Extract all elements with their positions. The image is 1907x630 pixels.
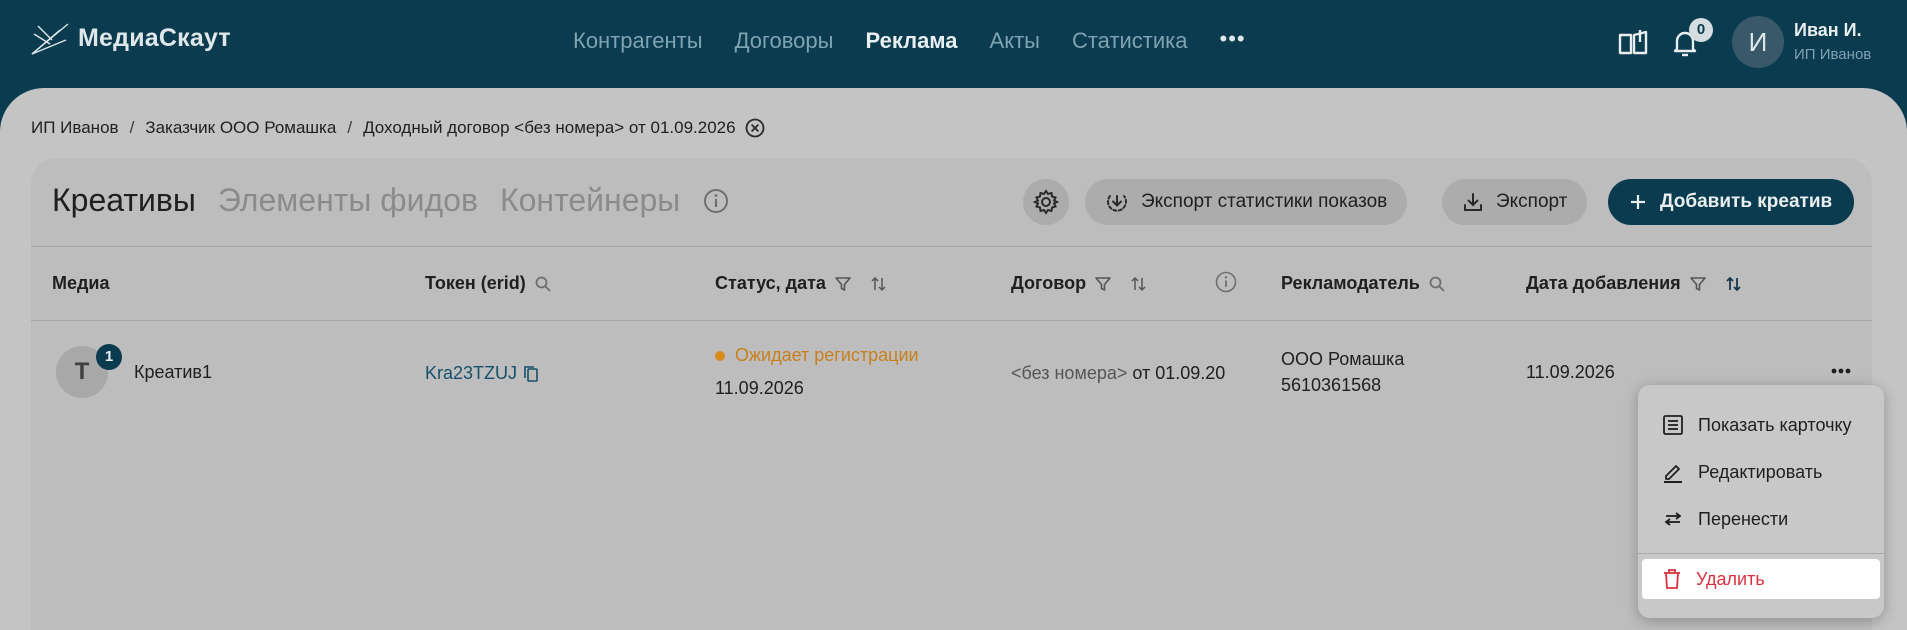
download-icon xyxy=(1464,193,1482,211)
nav-item-acts[interactable]: Акты xyxy=(990,28,1040,54)
breadcrumb-separator: / xyxy=(347,118,353,137)
column-header-contract: Договор xyxy=(1011,273,1150,294)
nav-more-button[interactable]: ••• xyxy=(1220,28,1246,50)
close-circle-icon[interactable] xyxy=(744,117,766,139)
menu-item-edit[interactable]: Редактировать xyxy=(1638,452,1884,492)
info-icon[interactable] xyxy=(702,187,730,215)
column-advertiser-label: Рекламодатель xyxy=(1281,273,1420,293)
tab-containers[interactable]: Контейнеры xyxy=(500,182,680,219)
main-nav: Контрагенты Договоры Реклама Акты Статис… xyxy=(573,28,1246,54)
content-tabs: Креативы Элементы фидов Контейнеры xyxy=(52,182,730,219)
filter-icon[interactable] xyxy=(1094,275,1112,293)
status-dot xyxy=(715,350,725,361)
advertiser-name: ООО Ромашка xyxy=(1281,349,1405,369)
advertiser-inn: 5610361568 xyxy=(1281,375,1382,395)
column-contract-label: Договор xyxy=(1011,273,1087,293)
filter-icon[interactable] xyxy=(834,275,852,293)
status-text: Ожидает регистрации xyxy=(735,345,919,365)
trash-icon xyxy=(1664,569,1680,589)
menu-divider xyxy=(1638,553,1884,554)
menu-item-label: Редактировать xyxy=(1698,461,1823,482)
date-added: 11.09.2026 xyxy=(1526,362,1615,382)
plus-icon xyxy=(1631,195,1645,209)
sort-icon[interactable] xyxy=(868,275,890,293)
nav-item-advertising[interactable]: Реклама xyxy=(865,28,957,54)
user-avatar[interactable]: И xyxy=(1732,16,1784,68)
menu-item-label: Показать карточку xyxy=(1698,414,1852,435)
token-value: Kra23TZUJ xyxy=(425,363,518,383)
media-count-badge: 1 xyxy=(96,344,122,370)
breadcrumb-item-organization[interactable]: ИП Иванов xyxy=(31,118,119,138)
add-creative-button[interactable]: Добавить креатив xyxy=(1608,179,1854,225)
column-header-status: Статус, дата xyxy=(715,273,890,294)
more-horizontal-icon[interactable] xyxy=(1826,361,1856,381)
token-link[interactable]: Kra23TZUJ xyxy=(425,363,539,384)
user-name[interactable]: Иван И. xyxy=(1794,20,1862,41)
column-header-date-added: Дата добавления xyxy=(1526,273,1745,294)
notification-count-badge: 0 xyxy=(1689,18,1713,42)
column-header-media: Медиа xyxy=(52,273,110,294)
creative-name[interactable]: Креатив1 xyxy=(134,362,212,383)
logo-icon xyxy=(31,23,69,55)
breadcrumb: ИП Иванов / Заказчик ООО Ромашка / Доход… xyxy=(31,117,766,139)
status-badge: Ожидает регистрации xyxy=(715,345,919,366)
top-navigation-bar: МедиаСкаут Контрагенты Договоры Реклама … xyxy=(0,0,1907,88)
user-organization: ИП Иванов xyxy=(1794,46,1872,63)
book-icon[interactable] xyxy=(1616,26,1650,60)
add-creative-label: Добавить креатив xyxy=(1660,191,1833,212)
menu-item-delete[interactable]: Удалить xyxy=(1642,559,1880,599)
column-header-advertiser: Рекламодатель xyxy=(1281,273,1446,294)
menu-item-label: Перенести xyxy=(1698,508,1789,529)
column-media-label: Медиа xyxy=(52,273,110,293)
breadcrumb-separator: / xyxy=(129,118,135,137)
menu-item-show-card[interactable]: Показать карточку xyxy=(1638,405,1884,445)
swap-arrows-icon xyxy=(1664,512,1682,526)
breadcrumb-item-customer[interactable]: Заказчик ООО Ромашка xyxy=(145,118,336,138)
pencil-icon xyxy=(1664,465,1682,483)
copy-icon[interactable] xyxy=(523,365,539,383)
column-token-label: Токен (erid) xyxy=(425,273,526,293)
menu-item-move[interactable]: Перенести xyxy=(1638,499,1884,539)
status-date: 11.09.2026 xyxy=(715,378,804,398)
list-card-icon xyxy=(1663,415,1683,435)
row-context-menu: Показать карточку Редактировать Перенест… xyxy=(1638,385,1884,618)
table-settings-button[interactable] xyxy=(1023,179,1069,225)
export-label: Экспорт xyxy=(1496,191,1568,212)
tab-feed-elements[interactable]: Элементы фидов xyxy=(218,182,478,219)
search-icon[interactable] xyxy=(1428,275,1446,293)
export-button[interactable]: Экспорт xyxy=(1442,179,1588,225)
info-icon[interactable] xyxy=(1214,270,1238,294)
table-top-divider xyxy=(31,246,1872,247)
nav-item-counterparties[interactable]: Контрагенты xyxy=(573,28,703,54)
column-header-token: Токен (erid) xyxy=(425,273,552,294)
column-status-label: Статус, дата xyxy=(715,273,826,293)
creatives-card xyxy=(31,158,1872,630)
sort-icon[interactable] xyxy=(1128,275,1150,293)
contract-date: от 01.09.20 xyxy=(1132,363,1226,383)
app-logo[interactable]: МедиаСкаут xyxy=(30,20,231,56)
column-date-added-label: Дата добавления xyxy=(1526,273,1681,293)
export-stats-button[interactable]: Экспорт статистики показов xyxy=(1085,179,1408,225)
sort-descending-icon[interactable] xyxy=(1723,275,1745,293)
contract-number: <без номера> xyxy=(1011,363,1128,383)
contract-cell[interactable]: <без номера> от 01.09.20 xyxy=(1011,363,1225,384)
search-icon[interactable] xyxy=(534,275,552,293)
filter-icon[interactable] xyxy=(1689,275,1707,293)
app-name: МедиаСкаут xyxy=(78,23,231,52)
breadcrumb-item-contract: Доходный договор <без номера> от 01.09.2… xyxy=(363,118,736,137)
nav-item-contracts[interactable]: Договоры xyxy=(735,28,834,54)
gear-icon xyxy=(1033,189,1059,215)
nav-item-statistics[interactable]: Статистика xyxy=(1072,28,1188,54)
export-stats-label: Экспорт статистики показов xyxy=(1141,191,1388,212)
menu-item-label: Удалить xyxy=(1696,568,1765,589)
table-header-divider xyxy=(31,320,1872,321)
tab-creatives[interactable]: Креативы xyxy=(52,182,196,219)
download-circle-icon xyxy=(1107,195,1127,212)
